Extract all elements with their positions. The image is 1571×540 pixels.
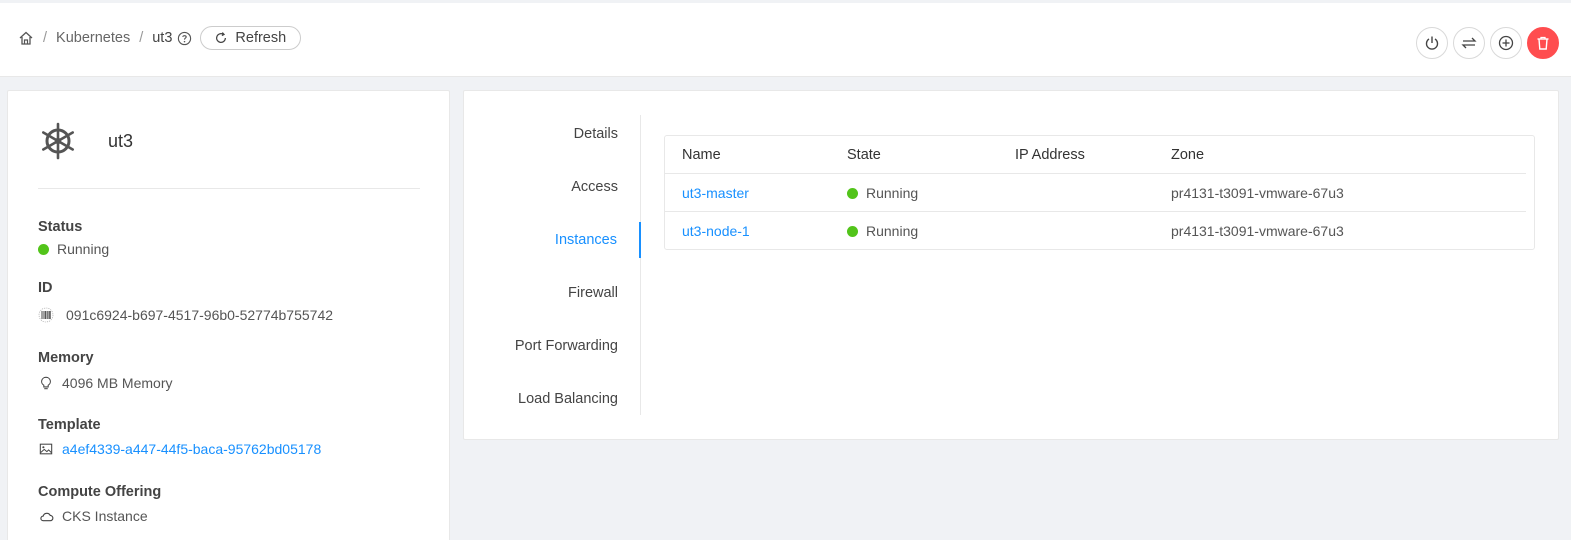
- question-circle-icon[interactable]: [177, 31, 192, 46]
- kubernetes-helm-icon: [38, 121, 78, 161]
- tab-details[interactable]: Details: [463, 116, 640, 152]
- template-field: Template a4ef4339-a447-44f5-baca-95762bd…: [38, 416, 321, 458]
- table-row: ut3-master Running pr4131-t3091-vmware-6…: [665, 174, 1526, 212]
- memory-value: 4096 MB Memory: [38, 374, 172, 392]
- resource-name: ut3: [108, 130, 134, 151]
- instance-zone-cell: pr4131-t3091-vmware-67u3: [1171, 185, 1344, 201]
- reload-icon: [213, 30, 229, 46]
- scale-cluster-button[interactable]: [1453, 27, 1485, 59]
- picture-icon: [38, 441, 54, 457]
- vertical-tabs: Details Access Instances Firewall Port F…: [464, 115, 641, 415]
- compute-offering-field: Compute Offering CKS Instance: [38, 483, 161, 525]
- column-header-zone[interactable]: Zone: [1171, 136, 1204, 174]
- breadcrumb-kubernetes[interactable]: Kubernetes: [56, 30, 130, 46]
- cloud-icon: [38, 508, 54, 524]
- instance-state-cell: Running: [847, 212, 918, 250]
- barcode-icon: [38, 307, 54, 323]
- instance-zone-cell: pr4131-t3091-vmware-67u3: [1171, 223, 1344, 239]
- breadcrumb-separator: /: [139, 30, 144, 46]
- tab-firewall[interactable]: Firewall: [463, 275, 640, 311]
- instance-name-cell: ut3-master: [682, 174, 749, 212]
- column-header-state[interactable]: State: [847, 136, 881, 174]
- table-row: ut3-node-1 Running pr4131-t3091-vmware-6…: [665, 212, 1526, 250]
- template-link[interactable]: a4ef4339-a447-44f5-baca-95762bd05178: [62, 440, 321, 458]
- breadcrumb: / Kubernetes / ut3 Refresh: [18, 25, 302, 51]
- resource-header: ut3: [38, 121, 133, 161]
- page-header: / Kubernetes / ut3 Refresh: [0, 0, 1571, 77]
- status-dot-icon: [847, 225, 858, 237]
- instance-name-cell: ut3-node-1: [682, 212, 750, 250]
- power-icon: [1424, 35, 1440, 51]
- status-value: Running: [38, 240, 109, 258]
- column-header-name[interactable]: Name: [682, 136, 721, 174]
- template-label: Template: [38, 417, 101, 433]
- template-value: a4ef4339-a447-44f5-baca-95762bd05178: [38, 440, 321, 458]
- memory-label: Memory: [38, 350, 94, 366]
- memory-text: 4096 MB Memory: [62, 375, 173, 391]
- plus-circle-icon: [1498, 35, 1514, 51]
- column-header-ip-address[interactable]: IP Address: [1015, 136, 1085, 174]
- id-field: ID 091c6924-b697-4517-96b0-52774b755742: [38, 279, 333, 324]
- instance-state-text: Running: [866, 223, 919, 239]
- compute-offering-text: CKS Instance: [62, 508, 148, 524]
- id-value: 091c6924-b697-4517-96b0-52774b755742: [38, 306, 333, 324]
- details-tab-card: Details Access Instances Firewall Port F…: [463, 90, 1559, 440]
- tab-load-balancing[interactable]: Load Balancing: [463, 381, 640, 417]
- tab-access[interactable]: Access: [463, 169, 640, 205]
- status-dot-icon: [38, 243, 49, 255]
- instance-link[interactable]: ut3-node-1: [682, 212, 750, 250]
- refresh-button[interactable]: Refresh: [200, 26, 302, 50]
- table-header-row: Name State IP Address Zone: [665, 136, 1526, 174]
- instance-link[interactable]: ut3-master: [682, 174, 749, 212]
- compute-offering-label: Compute Offering: [38, 484, 162, 500]
- id-label: ID: [38, 280, 53, 296]
- bulb-icon: [38, 375, 54, 391]
- resource-info-card: ut3 Status Running ID 091c6924-b697-4517…: [7, 90, 450, 540]
- status-field: Status Running: [38, 218, 109, 258]
- breadcrumb-current: ut3: [152, 30, 173, 46]
- delete-cluster-button[interactable]: [1527, 27, 1559, 59]
- add-node-button[interactable]: [1490, 27, 1522, 59]
- action-buttons: [1416, 27, 1559, 59]
- id-text: 091c6924-b697-4517-96b0-52774b755742: [66, 307, 334, 323]
- tab-instances[interactable]: Instances: [464, 222, 641, 258]
- breadcrumb-separator: /: [43, 30, 48, 46]
- compute-offering-value: CKS Instance: [38, 507, 161, 525]
- tab-port-forwarding[interactable]: Port Forwarding: [463, 328, 640, 364]
- instances-table: Name State IP Address Zone ut3-master Ru…: [664, 135, 1535, 250]
- swap-icon: [1461, 35, 1477, 51]
- divider: [38, 188, 420, 189]
- instance-state-cell: Running: [847, 174, 918, 212]
- status-dot-icon: [847, 187, 858, 199]
- refresh-label: Refresh: [235, 30, 287, 46]
- instance-state-text: Running: [866, 185, 919, 201]
- memory-field: Memory 4096 MB Memory: [38, 349, 172, 392]
- status-text: Running: [57, 241, 110, 257]
- status-label: Status: [38, 219, 83, 235]
- home-icon[interactable]: [18, 30, 34, 46]
- stop-cluster-button[interactable]: [1416, 27, 1448, 59]
- delete-icon: [1535, 35, 1551, 51]
